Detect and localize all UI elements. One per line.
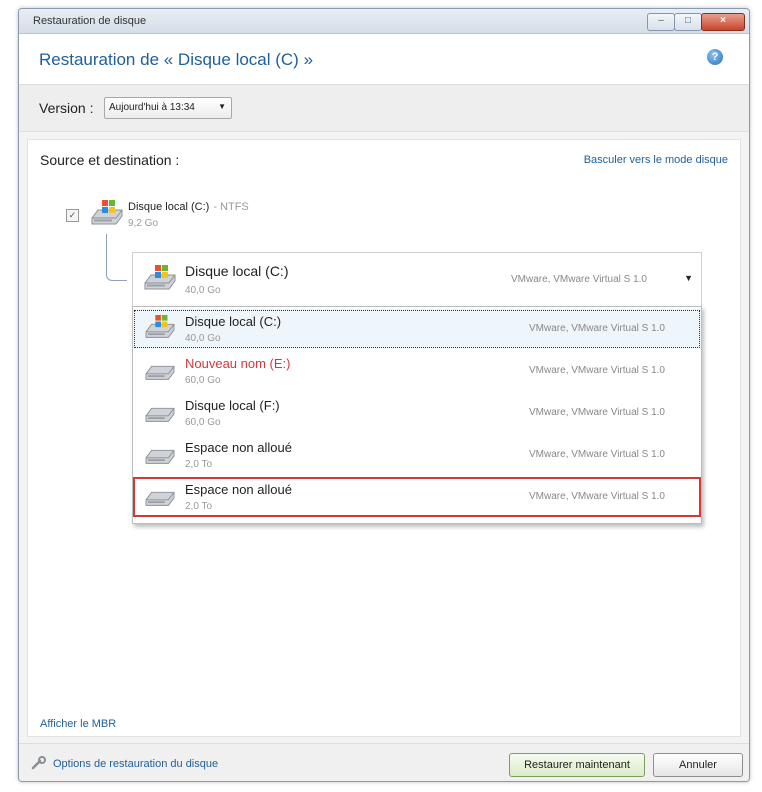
destination-combobox[interactable]: Disque local (C:) 40,0 Go VMware, VMware…: [132, 252, 702, 308]
dialog-footer: Options de restauration du disque Restau…: [19, 743, 749, 781]
drive-icon: [145, 449, 175, 464]
destination-dropdown-list: Disque local (C:) 40,0 Go VMware, VMware…: [132, 306, 702, 524]
maximize-button[interactable]: □: [674, 13, 702, 31]
chevron-down-icon[interactable]: ▼: [684, 273, 693, 283]
dialog-header: Restauration de « Disque local (C) » ?: [19, 34, 749, 84]
list-item[interactable]: Disque local (C:) 40,0 Go VMware, VMware…: [133, 309, 701, 349]
option-vendor: VMware, VMware Virtual S 1.0: [529, 365, 665, 376]
list-item[interactable]: Disque local (F:) 60,0 Go VMware, VMware…: [133, 393, 701, 433]
destination-size: 40,0 Go: [185, 285, 221, 296]
source-filesystem: - NTFS: [213, 201, 249, 213]
page-title: Restauration de « Disque local (C) »: [39, 50, 314, 69]
option-size: 2,0 To: [185, 459, 213, 470]
option-name: Espace non alloué: [185, 482, 292, 497]
chevron-down-icon: ▼: [218, 102, 226, 111]
list-item[interactable]: Espace non alloué 2,0 To VMware, VMware …: [133, 477, 701, 517]
tree-connector: [106, 234, 127, 281]
restore-options-link[interactable]: Options de restauration du disque: [53, 758, 218, 770]
option-vendor: VMware, VMware Virtual S 1.0: [529, 491, 665, 502]
source-checkbox[interactable]: ✓: [66, 209, 79, 222]
source-destination-panel: Source et destination : Basculer vers le…: [27, 139, 741, 737]
option-vendor: VMware, VMware Virtual S 1.0: [529, 323, 665, 334]
option-size: 40,0 Go: [185, 333, 221, 344]
window-title: Restauration de disque: [33, 15, 147, 27]
option-name: Espace non alloué: [185, 440, 292, 455]
restore-now-button[interactable]: Restaurer maintenant: [509, 753, 645, 777]
wrench-icon[interactable]: [31, 756, 47, 770]
drive-icon: [145, 365, 175, 380]
switch-disk-mode-link[interactable]: Basculer vers le mode disque: [584, 154, 728, 166]
option-size: 60,0 Go: [185, 375, 221, 386]
version-label: Version :: [39, 100, 94, 116]
help-icon[interactable]: ?: [707, 49, 723, 65]
option-size: 2,0 To: [185, 501, 213, 512]
title-bar: Restauration de disque – □ ×: [19, 9, 749, 34]
close-button[interactable]: ×: [701, 13, 745, 31]
source-disk-name: Disque local (C:) - NTFS: [128, 201, 249, 213]
option-vendor: VMware, VMware Virtual S 1.0: [529, 407, 665, 418]
windows-drive-icon: [145, 315, 175, 338]
cancel-button[interactable]: Annuler: [653, 753, 743, 777]
list-item[interactable]: Espace non alloué 2,0 To VMware, VMware …: [133, 435, 701, 475]
version-bar: Version : Aujourd'hui à 13:34 ▼: [19, 84, 749, 132]
source-name: Disque local (C:): [128, 201, 210, 213]
destination-vendor: VMware, VMware Virtual S 1.0: [511, 274, 647, 285]
windows-drive-icon: [91, 200, 123, 225]
version-select[interactable]: Aujourd'hui à 13:34 ▼: [104, 97, 232, 119]
option-name: Disque local (F:): [185, 398, 280, 413]
option-name: Disque local (C:): [185, 314, 282, 329]
version-value: Aujourd'hui à 13:34: [109, 102, 195, 113]
list-item[interactable]: Nouveau nom (E:) 60,0 Go VMware, VMware …: [133, 351, 701, 391]
option-vendor: VMware, VMware Virtual S 1.0: [529, 449, 665, 460]
source-disk-size: 9,2 Go: [128, 218, 159, 229]
section-title: Source et destination :: [40, 152, 180, 168]
windows-drive-icon: [144, 265, 176, 290]
drive-icon: [145, 491, 175, 506]
show-mbr-link[interactable]: Afficher le MBR: [40, 718, 116, 730]
minimize-button[interactable]: –: [647, 13, 675, 31]
drive-icon: [145, 407, 175, 422]
destination-name: Disque local (C:): [185, 263, 289, 279]
option-name: Nouveau nom (E:): [185, 356, 291, 371]
option-size: 60,0 Go: [185, 417, 221, 428]
restore-dialog: Restauration de disque – □ × Restauratio…: [18, 8, 750, 782]
